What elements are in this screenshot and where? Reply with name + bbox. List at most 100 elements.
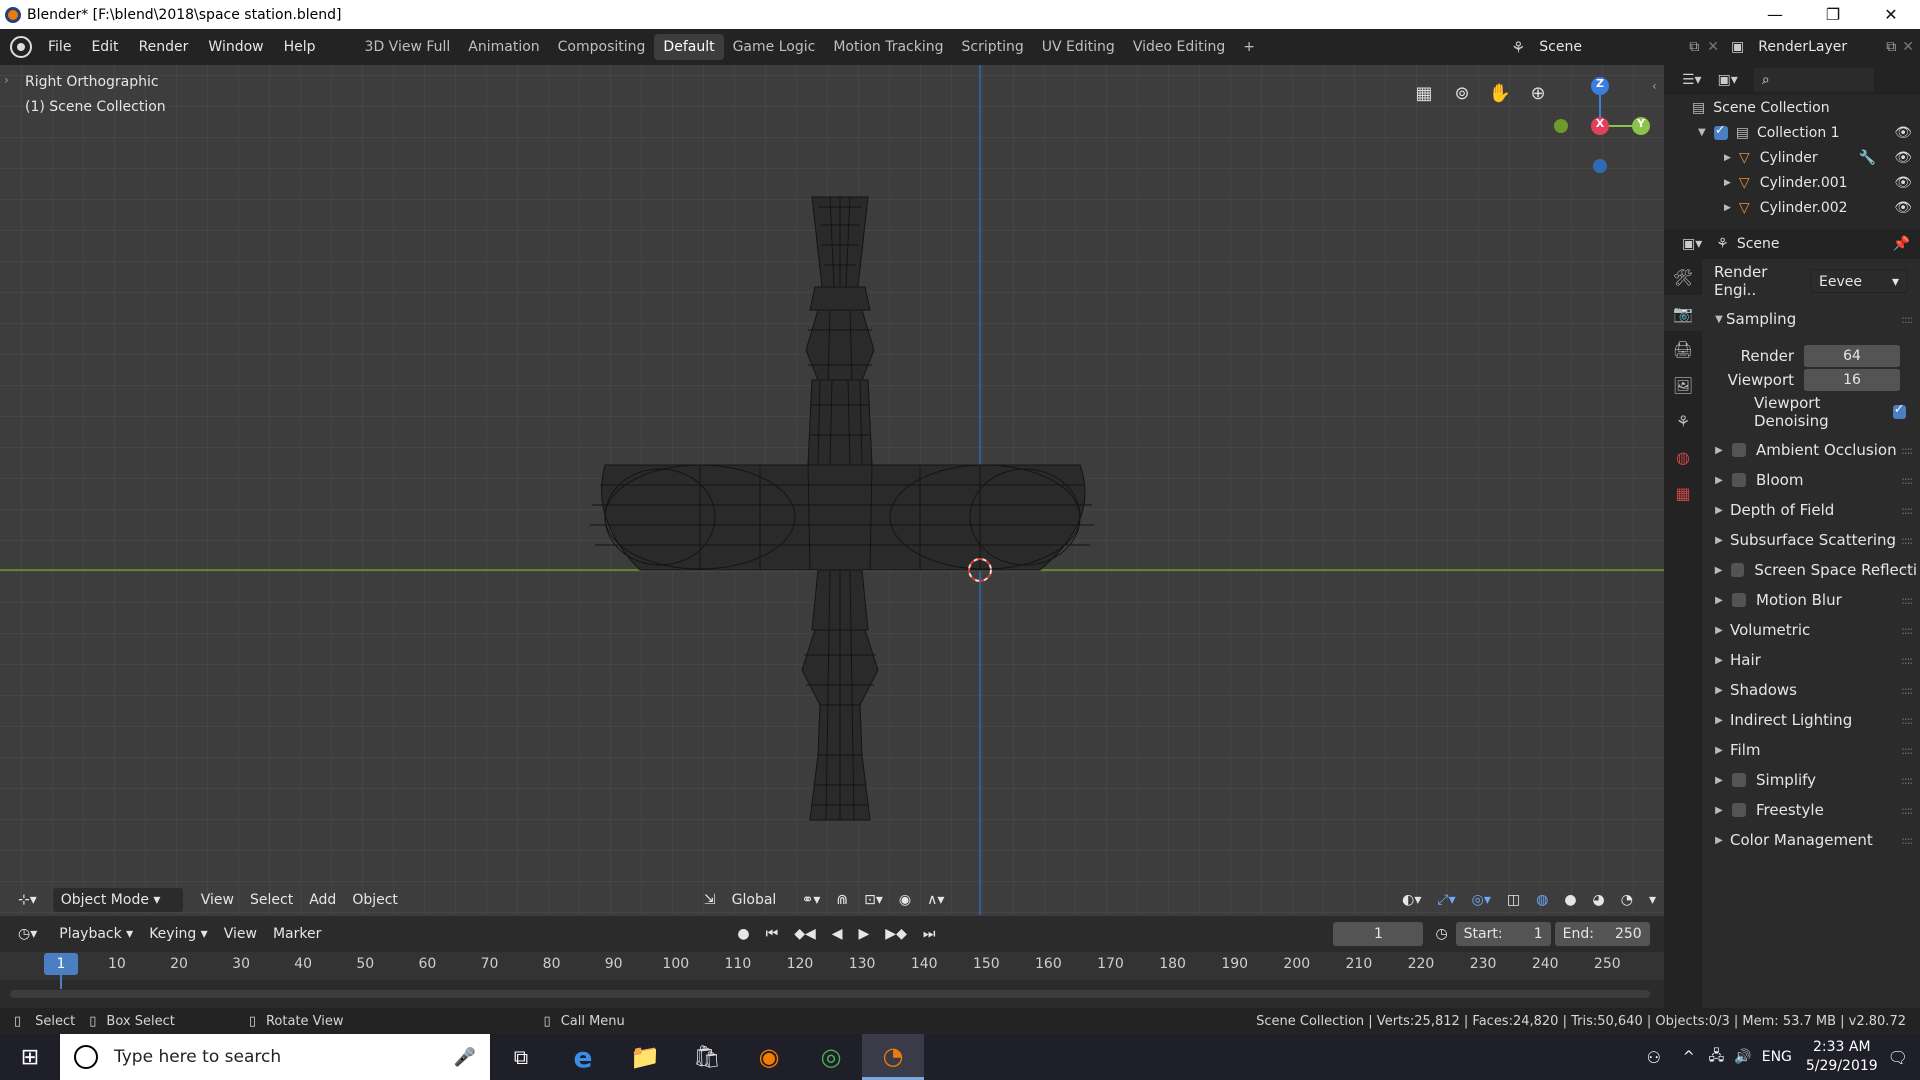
property-panel-header[interactable]: ▶ Screen Space Reflectio:::: <box>1704 556 1916 584</box>
material-shading-icon[interactable]: ◕ <box>1585 888 1613 912</box>
drag-grip-icon[interactable]: :::: <box>1901 594 1913 607</box>
current-frame-field[interactable]: 1 <box>1333 922 1424 946</box>
expand-icon[interactable]: ▶ <box>1724 178 1731 188</box>
panel-enable-checkbox[interactable] <box>1732 593 1746 607</box>
drag-grip-icon[interactable]: :::: <box>1901 684 1913 697</box>
outliner-object[interactable]: ▶ ▽ Cylinder.001 👁 <box>1664 170 1920 195</box>
solid-shading-icon[interactable]: ● <box>1556 888 1584 912</box>
world-tab-icon[interactable]: ◍ <box>1664 439 1702 475</box>
panel-enable-checkbox[interactable] <box>1732 773 1746 787</box>
blender-taskbar-icon[interactable]: ◔ <box>862 1034 924 1080</box>
menu-help[interactable]: Help <box>274 39 326 55</box>
property-panel-header[interactable]: ▶ Motion Blur:::: <box>1704 586 1916 614</box>
view-layer-tab-icon[interactable]: 🖼 <box>1664 367 1702 403</box>
drag-grip-icon[interactable]: :::: <box>1901 744 1913 757</box>
remove-layer-icon[interactable]: ✕ <box>1902 39 1914 55</box>
tab-3d-view-full[interactable]: 3D View Full <box>356 34 460 60</box>
tab-scripting[interactable]: Scripting <box>953 34 1033 60</box>
gizmo-toggle-icon[interactable]: ⤢▾ <box>1429 888 1463 912</box>
drag-grip-icon[interactable]: :::: <box>1901 474 1913 487</box>
menu-playback[interactable]: Playback ▾ <box>51 922 141 946</box>
close-button[interactable]: ✕ <box>1862 5 1920 24</box>
drag-grip-icon[interactable]: :::: <box>1901 654 1913 667</box>
store-icon[interactable]: 🛍 <box>676 1034 738 1080</box>
property-panel-header[interactable]: ▶ Depth of Field:::: <box>1704 496 1916 524</box>
play-reverse-button[interactable]: ◀ <box>824 922 851 946</box>
pin-icon[interactable]: 📌 <box>1893 236 1910 252</box>
end-frame-field[interactable]: End: 250 <box>1554 922 1650 946</box>
eye-icon[interactable]: 👁 <box>1894 125 1912 141</box>
drag-grip-icon[interactable]: :::: <box>1901 714 1913 727</box>
minimize-button[interactable]: — <box>1746 5 1804 24</box>
falloff-icon[interactable]: ∧▾ <box>919 888 952 912</box>
render-samples-field[interactable]: 64 <box>1804 345 1900 367</box>
editor-type-icon[interactable]: ⊹▾ <box>10 888 45 912</box>
drag-grip-icon[interactable]: :::: <box>1901 444 1913 457</box>
snap-icon[interactable]: ⋒ <box>828 888 856 912</box>
tool-tab-icon[interactable]: 🛠 <box>1664 259 1702 295</box>
expand-icon[interactable]: ▶ <box>1724 203 1731 213</box>
pivot-icon[interactable]: ⚭▾ <box>794 888 829 912</box>
panel-enable-checkbox[interactable] <box>1732 443 1746 457</box>
blender-logo-icon[interactable] <box>10 36 32 58</box>
viewport-samples-field[interactable]: 16 <box>1804 369 1900 391</box>
pan-hand-icon[interactable]: ✋ <box>1485 78 1515 108</box>
chrome-icon[interactable]: ◎ <box>800 1034 862 1080</box>
new-scene-icon[interactable]: ⧉ <box>1689 39 1699 55</box>
file-explorer-icon[interactable]: 📁 <box>614 1034 676 1080</box>
drag-grip-icon[interactable]: :::: <box>1901 834 1913 847</box>
eye-icon[interactable]: 👁 <box>1894 175 1912 191</box>
drag-grip-icon[interactable]: :::: <box>1901 534 1913 547</box>
outliner-display-icon[interactable]: ☰▾ <box>1682 72 1702 88</box>
gizmo-y-label[interactable]: Y <box>1633 117 1649 130</box>
menu-keying[interactable]: Keying ▾ <box>141 922 216 946</box>
timeline-editor-icon[interactable]: ◷▾ <box>10 922 45 946</box>
property-panel-header[interactable]: ▶ Bloom:::: <box>1704 466 1916 494</box>
sidebar-expand-icon[interactable]: ‹ <box>1652 79 1657 93</box>
expand-icon[interactable]: ▶ <box>1724 153 1731 163</box>
drag-grip-icon[interactable]: :::: <box>1901 804 1913 817</box>
rendered-shading-icon[interactable]: ◔ <box>1613 888 1641 912</box>
outliner-object[interactable]: ▶ ▽ Cylinder.002 👁 <box>1664 195 1920 220</box>
record-button[interactable]: ● <box>729 922 757 946</box>
tab-video-editing[interactable]: Video Editing <box>1124 34 1234 60</box>
property-panel-header[interactable]: ▶ Volumetric:::: <box>1704 616 1916 644</box>
property-panel-header[interactable]: ▶ Freestyle:::: <box>1704 796 1916 824</box>
people-icon[interactable]: ⚇ <box>1647 1048 1661 1067</box>
tab-uv-editing[interactable]: UV Editing <box>1033 34 1124 60</box>
scene-tab-icon[interactable]: ⚘ <box>1664 403 1702 439</box>
drag-grip-icon[interactable]: :::: <box>1901 313 1913 326</box>
collapse-icon[interactable]: ▼ <box>1698 127 1706 138</box>
gizmo-z-label[interactable]: Z <box>1592 77 1608 90</box>
render-engine-dropdown[interactable]: Eevee ▾ <box>1810 269 1908 293</box>
filter-icon[interactable]: ▣▾ <box>1718 72 1738 88</box>
zoom-icon[interactable]: ⊕ <box>1523 78 1553 108</box>
drag-grip-icon[interactable]: :::: <box>1901 774 1913 787</box>
drag-grip-icon[interactable]: :::: <box>1901 504 1913 517</box>
tab-compositing[interactable]: Compositing <box>549 34 655 60</box>
object-mode-dropdown[interactable]: Object Mode ▾ <box>52 888 183 912</box>
drag-grip-icon[interactable]: :::: <box>1901 564 1913 577</box>
visibility-icon[interactable]: ◐▾ <box>1394 888 1429 912</box>
drag-grip-icon[interactable]: :::: <box>1901 624 1913 637</box>
wireframe-shading-icon[interactable]: ◍ <box>1528 888 1556 912</box>
render-layer-selector[interactable]: RenderLayer <box>1750 35 1881 59</box>
menu-render[interactable]: Render <box>129 39 199 55</box>
network-icon[interactable]: 🖧 <box>1709 1045 1725 1069</box>
menu-select[interactable]: Select <box>242 888 301 912</box>
menu-file[interactable]: File <box>38 39 81 55</box>
play-button[interactable]: ▶ <box>851 922 878 946</box>
property-panel-header[interactable]: ▶ Shadows:::: <box>1704 676 1916 704</box>
scene-selector[interactable]: Scene <box>1531 35 1682 59</box>
volume-icon[interactable]: 🔊 <box>1734 1049 1751 1065</box>
jump-end-button[interactable]: ⏭ <box>915 922 944 946</box>
shading-options-icon[interactable]: ▾ <box>1641 888 1664 912</box>
menu-edit[interactable]: Edit <box>81 39 128 55</box>
tab-motion-tracking[interactable]: Motion Tracking <box>824 34 952 60</box>
add-workspace-button[interactable]: + <box>1234 34 1264 60</box>
edge-browser-icon[interactable]: e <box>552 1034 614 1080</box>
preview-range-icon[interactable]: ◷ <box>1427 922 1455 946</box>
camera-view-icon[interactable]: ⊚ <box>1447 78 1477 108</box>
outliner-scene-collection[interactable]: ▤ Scene Collection <box>1664 95 1920 120</box>
toolbar-expand-icon[interactable]: › <box>4 73 9 87</box>
